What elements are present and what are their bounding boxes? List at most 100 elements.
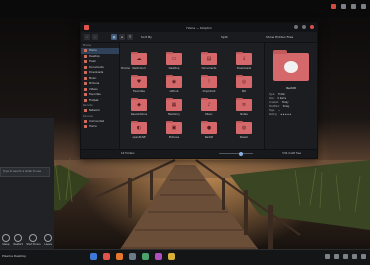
folder-item[interactable]: ◎ ISO [233, 74, 255, 93]
folder-label: Macbinry [168, 112, 180, 116]
clipboard-icon[interactable] [325, 254, 330, 259]
folder-item[interactable]: ▤ Documents [198, 51, 220, 70]
restart-icon [14, 234, 23, 242]
place-item[interactable]: Home [81, 124, 119, 130]
folder-item[interactable]: ▭ Desktop [163, 51, 185, 70]
info-value: 0 items [277, 97, 287, 100]
favorites-icon: ♥ [136, 79, 142, 85]
show-hidden-button[interactable]: Show Hidden Files [266, 34, 293, 40]
network-icon[interactable] [334, 254, 339, 259]
top-bar [0, 0, 370, 18]
app-icon[interactable] [142, 253, 149, 260]
zoom-slider[interactable] [219, 151, 253, 156]
power-icon [29, 234, 38, 242]
folder-label: Pictures [168, 135, 180, 139]
forward-arrow-icon[interactable]: › [92, 34, 98, 40]
place-label: Desktop [89, 54, 100, 58]
place-label: Favorites [89, 93, 101, 97]
sort-by-button[interactable]: Sort By [141, 34, 152, 40]
sleep-button[interactable]: Sleep [1, 234, 10, 246]
restart-button[interactable]: Restart [13, 234, 23, 246]
folder-label: openSUSE [132, 135, 146, 139]
back-arrow-icon[interactable]: ‹ [84, 34, 90, 40]
session-actions: Sleep Restart Shut Down Leave [0, 234, 54, 246]
folder-item[interactable]: ♥ Favorites [128, 74, 150, 93]
info-key: Created: [269, 101, 279, 104]
folder-item[interactable]: ! Important [198, 74, 220, 93]
folder-item[interactable]: ♪ Music [198, 97, 220, 116]
reddit-icon [284, 61, 298, 73]
start-menu-button[interactable]: Plasma Desktop [2, 254, 26, 258]
window-titlebar[interactable]: Home — Dolphin [81, 23, 317, 32]
folder-label: Desktop [168, 66, 180, 70]
folder-label: Notes [240, 112, 248, 116]
split-button[interactable]: Split [221, 34, 228, 40]
dolphin-app-icon[interactable] [103, 253, 110, 260]
folder-item[interactable]: ▣ Pictures [163, 120, 185, 139]
folder-item[interactable]: ▦ Macbinry [163, 97, 185, 116]
app-icon[interactable] [90, 253, 97, 260]
maximize-button[interactable] [302, 25, 306, 29]
place-label: Pictures [89, 82, 100, 86]
desktop-icon [84, 54, 87, 58]
folder-item[interactable]: ● Reddit [198, 120, 220, 139]
github-icon: ◉ [171, 79, 177, 85]
details-view-button[interactable]: ☰ [127, 34, 133, 40]
folder-item[interactable]: ◐ openSUSE [128, 120, 150, 139]
binary-icon: ▦ [171, 102, 177, 108]
close-button[interactable] [310, 25, 314, 29]
volume-icon[interactable] [343, 254, 348, 259]
videos-icon [84, 87, 87, 91]
minimize-button[interactable] [294, 25, 298, 29]
drive-icon [84, 125, 87, 129]
downloads-icon: ↓ [241, 56, 247, 62]
folder-item[interactable]: ◉ Github [163, 74, 185, 93]
folder-label: Steam [239, 135, 249, 139]
reddit-folder-preview [273, 50, 309, 81]
window-title: Home — Dolphin [186, 26, 212, 30]
favorites-icon [84, 93, 87, 97]
battery-icon[interactable] [352, 254, 357, 259]
clock-icon[interactable] [361, 254, 366, 259]
leave-button[interactable]: Leave [44, 234, 53, 246]
folder-item[interactable]: ◍ Steam [233, 120, 255, 139]
folder-label: ISO [241, 89, 247, 93]
place-label: Music [89, 76, 97, 80]
steam-icon: ◍ [241, 125, 247, 131]
folder-item[interactable]: ☁ Nextcloud [128, 51, 150, 70]
folder-item[interactable]: ↓ Downloads [233, 51, 255, 70]
sleep-icon [1, 234, 10, 242]
info-row: Modified: Today [269, 105, 289, 108]
folder-label: Music [205, 112, 213, 116]
place-label: Network [89, 109, 100, 113]
folder-label: KeenAddons [130, 112, 147, 116]
compact-view-button[interactable]: ≡ [119, 34, 125, 40]
app-icon[interactable] [155, 253, 162, 260]
firefox-icon[interactable] [116, 253, 123, 260]
taskbar: Plasma Desktop [0, 249, 370, 265]
documents-icon [84, 65, 87, 69]
folder-label: Important [202, 89, 216, 93]
launcher-search-field[interactable]: Type to search a slider to use [0, 167, 50, 177]
notification-icon[interactable] [331, 4, 336, 9]
network-icon[interactable] [341, 4, 346, 9]
free-space: 535.4 GiB free [282, 152, 301, 155]
app-icon[interactable] [129, 253, 136, 260]
battery-icon[interactable] [361, 4, 366, 9]
folder-item[interactable]: ◆ KeenAddons [128, 97, 150, 116]
rating-stars[interactable]: ★★★★★ [280, 113, 291, 116]
volume-icon[interactable] [351, 4, 356, 9]
icons-view-button[interactable]: ▦ [111, 34, 117, 40]
folder-item[interactable]: ≡ Notes [233, 97, 255, 116]
info-value: Today [282, 105, 290, 108]
shutdown-button[interactable]: Shut Down [26, 234, 41, 246]
application-launcher-panel: Type to search a slider to use Sleep Res… [0, 118, 54, 250]
app-icon[interactable] [168, 253, 175, 260]
place-label: Home [89, 49, 97, 53]
reddit-icon: ● [206, 125, 212, 131]
info-row: Tags: — [269, 109, 280, 112]
status-bar: 16 Folders 535.4 GiB free [81, 149, 317, 158]
search-placeholder: Type to search a slider to use [3, 170, 42, 173]
logout-icon [44, 234, 53, 242]
sleep-label: Sleep [2, 243, 10, 246]
